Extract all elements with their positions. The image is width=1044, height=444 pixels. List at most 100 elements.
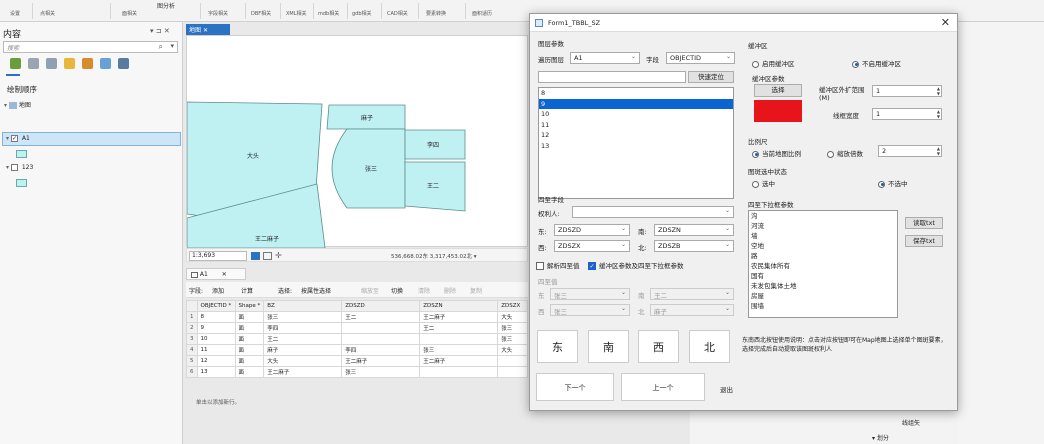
cell[interactable]: 9 bbox=[196, 322, 236, 334]
list-item[interactable]: 10 bbox=[539, 109, 733, 120]
list-item[interactable]: 未发包集体土地 bbox=[749, 281, 897, 291]
tree-layer-123[interactable]: ▾ 123 bbox=[6, 164, 33, 171]
south-field-select[interactable]: ZDSZN ⌄ bbox=[654, 224, 734, 236]
cell[interactable]: 王二 bbox=[419, 322, 499, 334]
spinner-arrows-icon[interactable]: ▲ ▼ bbox=[937, 109, 940, 119]
boundary-west-select[interactable]: 张三 ⌄ bbox=[550, 304, 630, 316]
col-zdszn[interactable]: ZDSZN bbox=[419, 300, 499, 312]
selected-radio[interactable]: 选中 bbox=[752, 178, 775, 188]
contents-search-input[interactable]: 搜索 ⌕ ▾ bbox=[3, 41, 178, 53]
cell[interactable]: 张三 bbox=[497, 333, 529, 345]
cell[interactable]: 王二麻子 bbox=[263, 366, 343, 378]
toolbar-switch-button[interactable]: 切换 bbox=[391, 286, 403, 295]
toolbar-delete-button[interactable]: 删除 bbox=[444, 286, 456, 295]
tree-map[interactable]: ▾ 地图 bbox=[4, 100, 31, 109]
exit-button[interactable]: 退出 bbox=[720, 384, 733, 394]
chevron-down-icon[interactable]: ▾ bbox=[170, 42, 174, 50]
cell[interactable] bbox=[497, 355, 529, 367]
cell[interactable]: 王二麻子 bbox=[419, 355, 499, 367]
checkbox-box-checked[interactable]: ✓ bbox=[588, 262, 596, 270]
line-width-spinner[interactable]: 1 ▲ ▼ bbox=[872, 108, 942, 120]
right-item-2[interactable]: ▾ 划分 bbox=[872, 433, 889, 442]
cell[interactable]: 面 bbox=[234, 311, 265, 323]
toolbar-select-by-attr-button[interactable]: 按属性选择 bbox=[301, 286, 331, 295]
list-item[interactable]: 空地 bbox=[749, 241, 897, 251]
ribbon-group-point[interactable]: 点相关 bbox=[40, 10, 55, 17]
toolbar-calc-button[interactable]: 计算 bbox=[241, 286, 253, 295]
cell[interactable] bbox=[419, 333, 499, 345]
grid-icon[interactable] bbox=[263, 252, 272, 260]
list-by-editing-icon[interactable] bbox=[64, 58, 75, 69]
cell[interactable]: 大头 bbox=[497, 344, 529, 356]
list-item[interactable]: 13 bbox=[539, 141, 733, 152]
layer-123-symbol[interactable] bbox=[16, 179, 27, 187]
ribbon-group-xml[interactable]: XML相关 bbox=[286, 10, 307, 17]
col-objectid[interactable]: OBJECTID * bbox=[196, 300, 236, 312]
close-icon[interactable]: ✕ bbox=[941, 16, 950, 29]
ribbon-group-cad[interactable]: CAD相关 bbox=[387, 10, 408, 17]
close-icon[interactable]: ✕ bbox=[222, 271, 227, 278]
cell[interactable] bbox=[419, 366, 499, 378]
map-view[interactable]: 大头 麻子 李四 张三 王二 王二麻子 bbox=[186, 35, 528, 249]
checkbox-box[interactable] bbox=[536, 262, 544, 270]
boundary-north-select[interactable]: 麻子 ⌄ bbox=[650, 304, 734, 316]
list-item[interactable]: 12 bbox=[539, 130, 733, 141]
cell[interactable]: 王二 bbox=[263, 333, 343, 345]
parse-boundary-checkbox[interactable]: 解析四至值 bbox=[536, 260, 580, 270]
cell[interactable]: 王二 bbox=[341, 311, 421, 323]
cell[interactable]: 10 bbox=[196, 333, 236, 345]
layer-a1-symbol[interactable] bbox=[16, 150, 27, 158]
cell[interactable]: 王二麻子 bbox=[341, 355, 421, 367]
cell[interactable] bbox=[497, 366, 529, 378]
cell[interactable]: 张三 bbox=[497, 322, 529, 334]
list-by-labeling-icon[interactable] bbox=[100, 58, 111, 69]
cell[interactable]: 大头 bbox=[497, 311, 529, 323]
read-txt-button[interactable]: 读取txt bbox=[905, 217, 943, 229]
ribbon-group-convert[interactable]: 要素转换 bbox=[426, 10, 446, 17]
radio-circle-checked[interactable] bbox=[752, 150, 759, 158]
ribbon-group-field[interactable]: 字段相关 bbox=[208, 10, 228, 17]
cell[interactable] bbox=[341, 333, 421, 345]
pane-controls[interactable]: ▾ ⊐ ✕ bbox=[150, 27, 170, 35]
list-item[interactable]: 11 bbox=[539, 120, 733, 131]
spinner-arrows-icon[interactable]: ▲ ▼ bbox=[937, 146, 940, 156]
id-listbox[interactable]: 8 9 10 11 12 13 bbox=[538, 87, 734, 199]
spinner-arrows-icon[interactable]: ▲ ▼ bbox=[937, 86, 940, 96]
dropdown-items-textbox[interactable]: 沟 河流 墙 空地 路 农民集体所有 国有 未发包集体土地 房屋 围墙 bbox=[748, 210, 898, 318]
ribbon-group-gdb[interactable]: gdb相关 bbox=[352, 10, 372, 17]
layer-123-checkbox[interactable] bbox=[10, 164, 18, 171]
cell[interactable]: 大头 bbox=[263, 355, 343, 367]
cell[interactable]: 面 bbox=[234, 322, 265, 334]
current-scale-radio[interactable]: 当前地图比例 bbox=[752, 148, 801, 158]
zoom-factor-spinner[interactable]: 2 ▲ ▼ bbox=[878, 145, 942, 157]
cell[interactable]: 张三 bbox=[341, 366, 421, 378]
cell[interactable]: 面 bbox=[234, 355, 265, 367]
radio-circle[interactable] bbox=[752, 60, 759, 68]
ribbon-group-dbf[interactable]: DBF相关 bbox=[251, 10, 271, 17]
ribbon-top-group[interactable]: 图分析 bbox=[157, 1, 175, 10]
col-zdszd[interactable]: ZDSZD bbox=[341, 300, 421, 312]
list-item[interactable]: 农民集体所有 bbox=[749, 261, 897, 271]
cell[interactable]: 张三 bbox=[263, 311, 343, 323]
traverse-layer-select[interactable]: A1 ⌄ bbox=[570, 52, 640, 64]
north-button[interactable]: 北 bbox=[689, 330, 730, 363]
list-by-source-icon[interactable] bbox=[28, 58, 39, 69]
tree-layer-a1-label-wrap[interactable]: ▾ ✓ A1 bbox=[6, 135, 30, 142]
table-row[interactable]: 6 13 面 王二麻子 张三 bbox=[186, 366, 529, 378]
field-select[interactable]: OBJECTID ⌄ bbox=[666, 52, 735, 64]
zoom-factor-radio[interactable]: 缩放倍数 bbox=[827, 148, 863, 158]
table-row[interactable]: 5 12 面 大头 王二麻子 王二麻子 bbox=[186, 355, 529, 367]
south-button[interactable]: 南 bbox=[588, 330, 629, 363]
save-txt-button[interactable]: 保存txt bbox=[905, 235, 943, 247]
radio-circle-checked[interactable] bbox=[852, 60, 859, 68]
cell[interactable]: 面 bbox=[234, 333, 265, 345]
col-zdszx[interactable]: ZDSZX bbox=[497, 300, 529, 312]
north-field-select[interactable]: ZDSZB ⌄ bbox=[654, 240, 734, 252]
cell[interactable]: 面 bbox=[234, 344, 265, 356]
boundary-east-select[interactable]: 张三 ⌄ bbox=[550, 288, 630, 300]
list-item-selected[interactable]: 9 bbox=[539, 98, 733, 109]
radio-circle-checked[interactable] bbox=[878, 180, 885, 188]
map-tab[interactable]: 地图 ✕ bbox=[186, 24, 230, 35]
list-by-drawing-order-icon[interactable] bbox=[10, 58, 21, 69]
choose-color-button[interactable]: 选择 bbox=[754, 84, 802, 97]
